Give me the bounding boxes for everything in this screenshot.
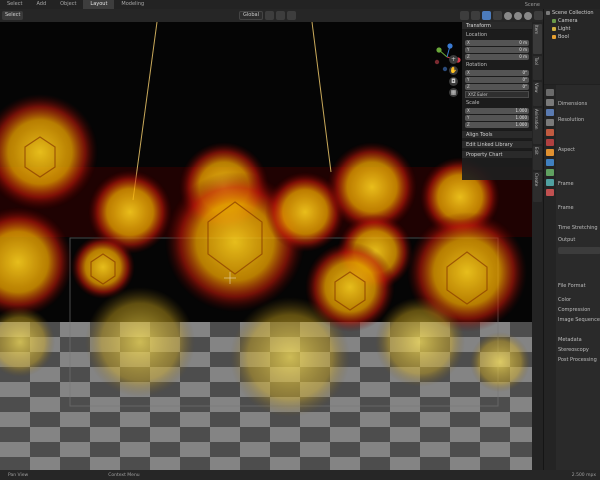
scale-label: Scale (466, 100, 480, 106)
viewport-header: Select Global (0, 9, 543, 22)
shading-rendered-icon[interactable] (524, 11, 532, 20)
post-processing-panel[interactable]: Post Processing (558, 357, 597, 364)
mesh-icon (552, 35, 556, 39)
modifier-icon[interactable] (546, 159, 554, 166)
status-pan-view: Pan View (8, 472, 29, 478)
tab-tool[interactable]: Tool (533, 56, 542, 80)
transform-panel-header[interactable]: Transform (462, 22, 532, 30)
location-y-field[interactable]: Y0 m (465, 47, 529, 53)
constraint-icon[interactable] (546, 169, 554, 176)
overlay-icon[interactable] (482, 11, 491, 20)
property-chart-panel[interactable]: Property Chart (462, 150, 532, 158)
scene-icon[interactable] (546, 129, 554, 136)
rotation-mode-dropdown[interactable]: XYZ Euler (465, 91, 529, 98)
properties-tab-strip (544, 85, 556, 470)
output-panel-header[interactable]: Output (558, 237, 575, 244)
resolution-label: Resolution (558, 117, 585, 123)
snap-icon[interactable] (276, 11, 285, 20)
scene-selector[interactable]: Scene (525, 2, 540, 8)
status-bar: Pan View Context Menu 2.500 mpx (0, 470, 600, 480)
sidebar-tabs: Item Tool View Animation Edit Create (532, 22, 543, 470)
metadata-panel[interactable]: Metadata (558, 337, 582, 344)
light-icon (552, 27, 556, 31)
top-menu-bar: Select Add Object Layout Modeling Scene (0, 0, 600, 9)
edit-linked-library-panel[interactable]: Edit Linked Library (462, 140, 532, 148)
menu-add[interactable]: Add (29, 0, 53, 9)
camera-icon[interactable]: ◘ (449, 77, 458, 86)
material-icon[interactable] (546, 189, 554, 196)
status-stats: 2.500 mpx (571, 472, 596, 478)
right-editors: Scene Collection Camera Light Bool Dimen… (543, 9, 600, 470)
tab-edit[interactable]: Edit (533, 146, 542, 170)
scale-x-field[interactable]: X 1.000 (465, 108, 529, 114)
xray-icon[interactable] (493, 11, 502, 20)
hand-icon[interactable]: ✋ (449, 66, 458, 75)
grid-icon[interactable]: ▦ (449, 88, 458, 97)
menu-object[interactable]: Object (53, 0, 83, 9)
dimensions-header[interactable]: Dimensions (558, 101, 587, 108)
image-sequence-label: Image Sequence (558, 317, 600, 323)
data-icon[interactable] (546, 179, 554, 186)
align-tools-panel[interactable]: Align Tools (462, 130, 532, 138)
menu-select[interactable]: Select (0, 0, 29, 9)
color-label: Color (558, 297, 572, 303)
tab-modeling[interactable]: Modeling (114, 0, 151, 9)
sidebar-panel: Transform Location X0 m Y0 m Z0 m Rotati… (462, 22, 532, 180)
outliner: Scene Collection Camera Light Bool (544, 9, 600, 84)
rotation-y-field[interactable]: Y 0° (465, 77, 529, 83)
proportional-icon[interactable] (287, 11, 296, 20)
render-icon[interactable] (546, 99, 554, 106)
visibility-icon[interactable] (460, 11, 469, 20)
outliner-row-light[interactable]: Light (544, 25, 600, 33)
outliner-row-camera[interactable]: Camera (544, 17, 600, 25)
scale-z-field[interactable]: Z 1.000 (465, 122, 529, 128)
rotation-x-field[interactable]: X 0° (465, 70, 529, 76)
time-stretching-panel[interactable]: Time Stretching (558, 225, 598, 232)
frame-label: Frame (558, 181, 574, 187)
view-layer-icon[interactable] (546, 119, 554, 126)
outliner-row-bool[interactable]: Bool (544, 33, 600, 41)
orientation-dropdown[interactable]: Global (239, 11, 263, 20)
view-button[interactable]: Select (2, 11, 24, 20)
tab-item[interactable]: Item (533, 24, 542, 54)
location-x-field[interactable]: X0 m (465, 40, 529, 46)
location-label: Location (466, 32, 488, 38)
gizmo-icon[interactable] (471, 11, 480, 20)
tool-icon[interactable] (546, 89, 554, 96)
rotation-label: Rotation (466, 62, 487, 68)
output-path-field[interactable] (558, 247, 600, 254)
frame-step-label: Frame (558, 205, 574, 211)
camera-icon (552, 19, 556, 23)
stereoscopy-panel[interactable]: Stereoscopy (558, 347, 589, 354)
shading-material-icon[interactable] (514, 11, 522, 20)
scale-y-field[interactable]: Y 1.000 (465, 115, 529, 121)
rotation-z-field[interactable]: Z 0° (465, 84, 529, 90)
tab-create[interactable]: Create (533, 172, 542, 202)
pivot-icon[interactable] (265, 11, 274, 20)
compression-label: Compression (558, 307, 591, 313)
tab-layout[interactable]: Layout (83, 0, 115, 9)
file-format-label: File Format (558, 283, 586, 289)
output-icon[interactable] (546, 109, 554, 116)
aspect-label: Aspect (558, 147, 575, 153)
collection-icon (546, 11, 550, 15)
outliner-row-collection[interactable]: Scene Collection (544, 9, 600, 17)
location-z-field[interactable]: Z0 m (465, 54, 529, 60)
properties-editor: Dimensions Resolution Aspect Frame Frame… (544, 85, 600, 470)
zoom-icon[interactable]: + (449, 55, 458, 64)
shading-options-icon[interactable] (534, 11, 543, 20)
shading-solid-icon[interactable] (504, 11, 512, 20)
tab-view[interactable]: View (533, 82, 542, 106)
object-icon[interactable] (546, 149, 554, 156)
status-context-menu: Context Menu (108, 472, 140, 478)
tab-animation[interactable]: Animation (533, 108, 542, 144)
world-icon[interactable] (546, 139, 554, 146)
